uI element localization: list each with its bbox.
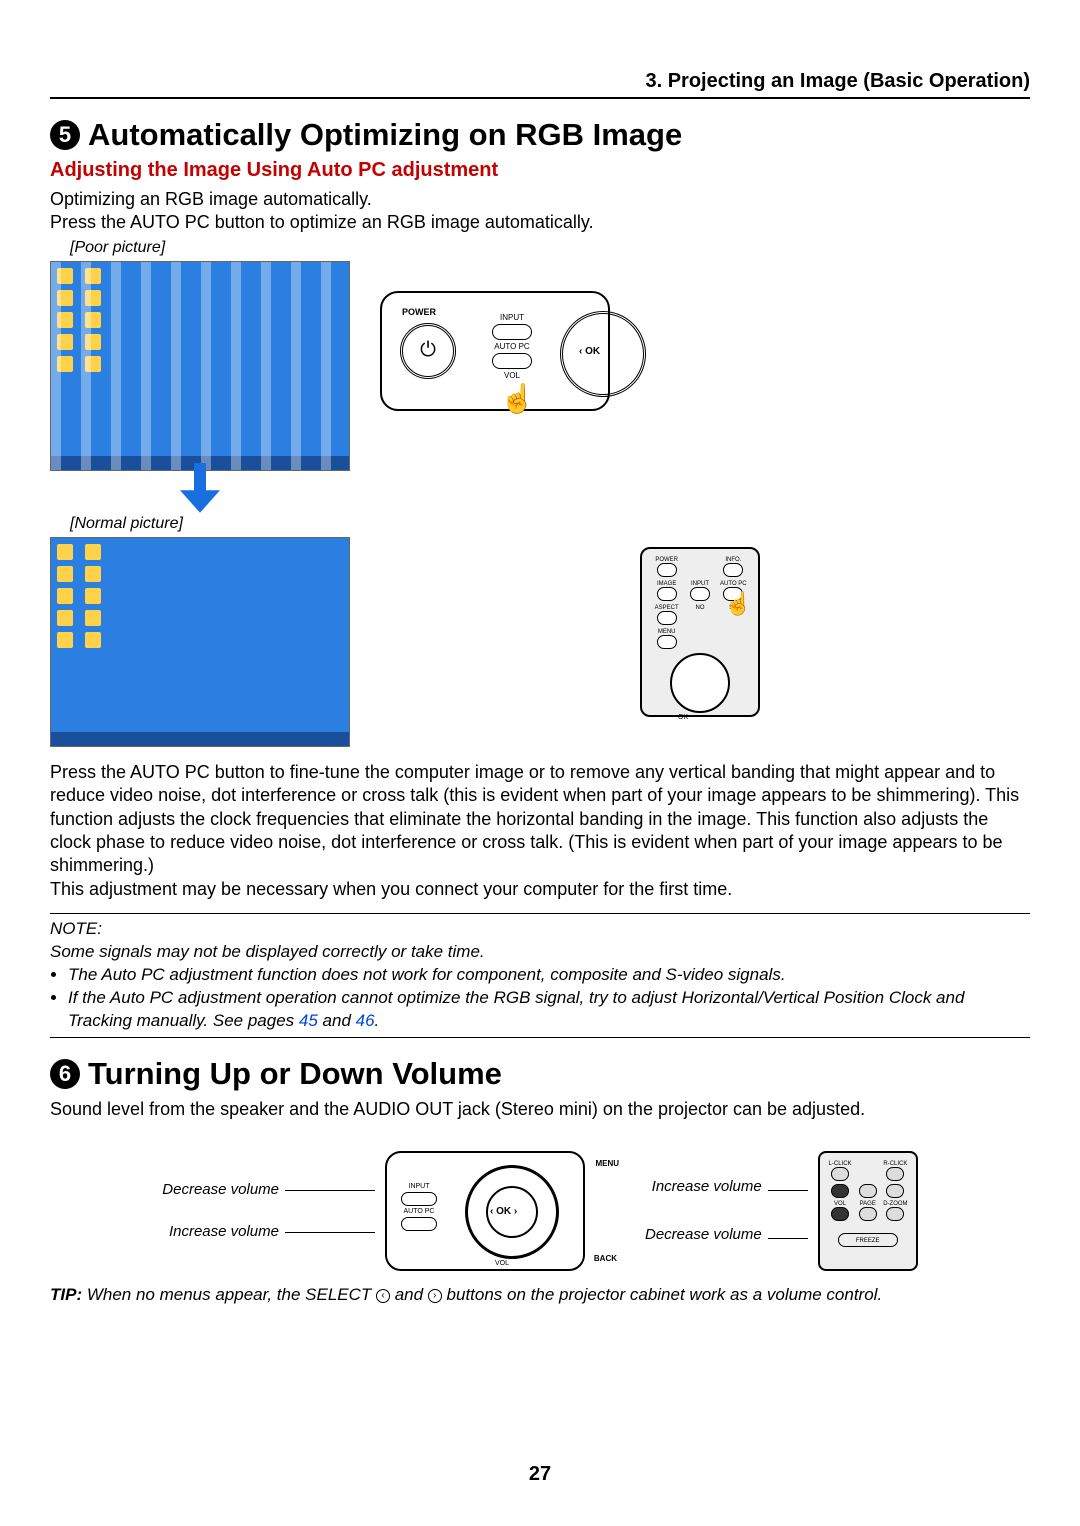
section-6-title-text: Turning Up or Down Volume	[88, 1056, 502, 1092]
freeze-button-icon: FREEZE	[838, 1233, 898, 1247]
projector-panel-top: POWER INPUT AUTO PC VOL ☝	[380, 291, 610, 411]
poor-picture-screenshot	[50, 261, 350, 471]
section-6-title: 6 Turning Up or Down Volume	[50, 1056, 1030, 1092]
power-label: POWER	[402, 307, 436, 317]
section-6-number: 6	[50, 1059, 80, 1089]
power-button-icon	[400, 323, 456, 379]
link-page-45[interactable]: 45	[299, 1011, 318, 1030]
nav-ring-icon	[560, 311, 646, 397]
section-5-para-4: This adjustment may be necessary when yo…	[50, 878, 1030, 901]
section-5-number: 5	[50, 120, 80, 150]
note-title: NOTE:	[50, 918, 1030, 941]
figure-row-2: POWER INFO. IMAGE INPUT AUTO PC ASPECT N…	[50, 537, 1030, 747]
note-bullet-1: The Auto PC adjustment function does not…	[68, 964, 1030, 987]
tip-line: TIP: When no menus appear, the SELECT ‹ …	[50, 1285, 1030, 1305]
input-label: INPUT	[482, 313, 542, 322]
figure-row-1: POWER INPUT AUTO PC VOL ☝	[50, 261, 1030, 471]
select-right-icon: ›	[428, 1289, 442, 1303]
note-block: NOTE: Some signals may not be displayed …	[50, 913, 1030, 1038]
decrease-volume-label-2: Decrease volume	[645, 1226, 762, 1243]
autopc-button-icon	[492, 353, 532, 369]
section-5-para-2: Press the AUTO PC button to optimize an …	[50, 211, 1030, 234]
section-5-title-text: Automatically Optimizing on RGB Image	[88, 117, 682, 153]
label-normal-picture: [Normal picture]	[70, 515, 1030, 533]
label-poor-picture: [Poor picture]	[70, 239, 1030, 257]
decrease-volume-label: Decrease volume	[162, 1181, 279, 1198]
vol-label: VOL	[495, 1260, 509, 1267]
chapter-header: 3. Projecting an Image (Basic Operation)	[50, 70, 1030, 99]
increase-volume-label-2: Increase volume	[652, 1178, 762, 1195]
section-5-para-3: Press the AUTO PC button to fine-tune th…	[50, 761, 1030, 878]
section-6-para-1: Sound level from the speaker and the AUD…	[50, 1098, 1030, 1121]
pointing-hand-icon: ☝	[725, 591, 752, 617]
menu-label: MENU	[595, 1159, 619, 1168]
increase-volume-label: Increase volume	[169, 1223, 279, 1240]
note-line-1: Some signals may not be displayed correc…	[50, 941, 1030, 964]
remote-dpad-icon	[670, 653, 730, 713]
pointing-hand-icon: ☝	[500, 382, 535, 415]
link-page-46[interactable]: 46	[356, 1011, 375, 1030]
page-number: 27	[0, 1463, 1080, 1486]
remote-control-top: POWER INFO. IMAGE INPUT AUTO PC ASPECT N…	[640, 547, 760, 717]
select-left-icon: ‹	[376, 1289, 390, 1303]
input-button-icon	[492, 324, 532, 340]
volume-figures: Decrease volume Increase volume INPUT AU…	[50, 1151, 1030, 1271]
section-5-title: 5 Automatically Optimizing on RGB Image	[50, 117, 1030, 153]
autopc-label: AUTO PC	[482, 342, 542, 351]
section-5-para-1: Optimizing an RGB image automatically.	[50, 188, 1030, 211]
normal-picture-screenshot	[50, 537, 350, 747]
section-5-subtitle: Adjusting the Image Using Auto PC adjust…	[50, 159, 1030, 182]
tip-lead: TIP:	[50, 1285, 82, 1304]
projector-panel-volume: INPUT AUTO PC MENU BACK VOL	[385, 1151, 585, 1271]
back-label: BACK	[594, 1254, 617, 1263]
remote-control-volume: L-CLICK R-CLICK VOL PAGE D-ZOOM FREEZE	[818, 1151, 918, 1271]
note-bullet-2: If the Auto PC adjustment operation cann…	[68, 987, 1030, 1033]
nav-ring-icon	[465, 1165, 559, 1259]
vol-label: VOL	[482, 371, 542, 380]
